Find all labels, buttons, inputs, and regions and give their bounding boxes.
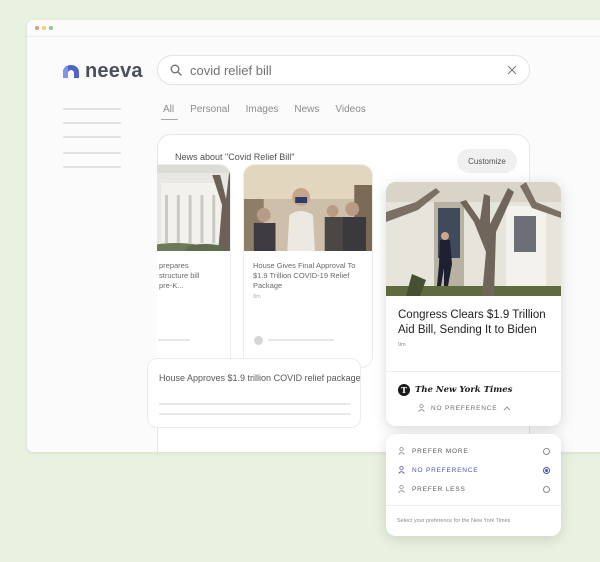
news-card-title: House Gives Final Approval To $1.9 Trill… <box>253 261 356 290</box>
titlebar-divider <box>27 36 600 37</box>
option-prefer-less[interactable]: PREFER LESS <box>398 485 550 493</box>
news-card[interactable]: prepares structure bill pre-K... <box>157 164 231 368</box>
preference-dropdown: PREFER MORE NO PREFERENCE PREFER LESS Se… <box>386 434 561 536</box>
search-bar[interactable]: covid relief bill <box>157 55 530 85</box>
placeholder-line <box>159 413 351 415</box>
news-source[interactable]: T The New York Times <box>398 384 512 396</box>
sidebar-placeholder-line <box>63 152 121 154</box>
option-no-preference[interactable]: NO PREFERENCE <box>398 466 550 474</box>
chevron-up-icon <box>504 405 511 411</box>
source-avatar <box>254 336 263 345</box>
source-name: The New York Times <box>415 385 513 395</box>
window-titlebar <box>27 20 600 36</box>
placeholder-line <box>159 403 351 405</box>
current-preference-label: NO PREFERENCE <box>431 404 498 412</box>
close-window-dot[interactable] <box>35 26 39 30</box>
featured-news-card[interactable]: Congress Clears $1.9 Trillion Aid Bill, … <box>386 182 561 426</box>
option-prefer-more[interactable]: PREFER MORE <box>398 447 550 455</box>
featured-news-time: 9m <box>398 341 406 348</box>
summary-title: House Approves $1.9 trillion COVID relie… <box>159 373 361 383</box>
close-icon[interactable] <box>507 65 517 75</box>
person-icon <box>418 404 425 412</box>
divider <box>386 371 561 372</box>
placeholder-line <box>268 339 334 341</box>
featured-news-title: Congress Clears $1.9 Trillion Aid Bill, … <box>398 309 546 336</box>
radio-button-selected[interactable] <box>543 466 550 474</box>
placeholder-line <box>158 339 190 341</box>
news-heading: News about "Covid Relief Bill" <box>175 152 295 162</box>
radio-button[interactable] <box>543 485 550 493</box>
tab-news[interactable]: News <box>294 104 319 115</box>
option-label: NO PREFERENCE <box>412 466 479 474</box>
tab-all[interactable]: All <box>160 104 179 120</box>
option-label: PREFER MORE <box>412 447 469 455</box>
tab-images[interactable]: Images <box>246 104 279 115</box>
news-card-clip: prepares structure bill pre-K... <box>157 164 232 368</box>
news-card-title: prepares structure bill pre-K... <box>159 261 200 290</box>
radio-button[interactable] <box>543 447 550 455</box>
person-icon <box>398 447 405 455</box>
news-card[interactable]: House Gives Final Approval To $1.9 Trill… <box>243 164 373 368</box>
brand-name: neeva <box>85 60 143 82</box>
news-summary-card[interactable]: House Approves $1.9 trillion COVID relie… <box>147 358 361 428</box>
maximize-window-dot[interactable] <box>49 26 53 30</box>
sidebar-placeholder-line <box>63 122 121 124</box>
person-icon <box>398 466 405 474</box>
search-tabs: All Personal Images News Videos <box>160 104 366 120</box>
search-query[interactable]: covid relief bill <box>190 63 507 78</box>
preference-note: Select your preference for the New York … <box>397 518 511 524</box>
sidebar-placeholder-line <box>63 108 121 110</box>
divider <box>386 505 561 506</box>
news-card-image <box>157 165 230 251</box>
tab-personal[interactable]: Personal <box>190 104 229 115</box>
sidebar-placeholder-line <box>63 166 121 168</box>
news-card-image <box>244 165 372 251</box>
minimize-window-dot[interactable] <box>42 26 46 30</box>
neeva-logo-icon <box>63 65 79 78</box>
option-label: PREFER LESS <box>412 485 466 493</box>
featured-news-image <box>386 182 561 296</box>
preference-toggle[interactable]: NO PREFERENCE <box>418 404 511 412</box>
person-icon <box>398 485 405 493</box>
customize-button[interactable]: Customize <box>457 149 517 173</box>
search-icon <box>170 64 182 76</box>
neeva-logo[interactable]: neeva <box>63 60 143 83</box>
tab-videos[interactable]: Videos <box>335 104 365 115</box>
nyt-logo-icon: T <box>398 384 410 396</box>
sidebar-placeholder-line <box>63 136 121 138</box>
news-card-time: 8m <box>253 294 261 301</box>
